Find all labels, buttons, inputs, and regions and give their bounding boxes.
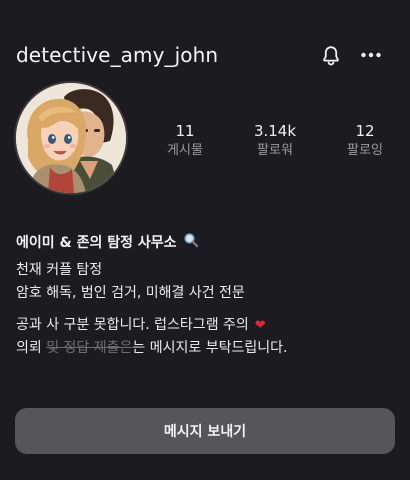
- bio-line-1: 천재 커플 탐정: [16, 262, 103, 278]
- stat-followers[interactable]: 3.14k 팔로워: [240, 121, 310, 161]
- bio-line-3: 공과 사 구분 못합니다. 럽스타그램 주의 ❤: [16, 314, 394, 337]
- bio-line-4-prefix: 의뢰: [16, 340, 47, 356]
- stat-following[interactable]: 12 팔로잉: [330, 121, 400, 161]
- following-label: 팔로잉: [347, 143, 383, 158]
- bio-line-4-struck: 및 정답 제출은: [46, 340, 133, 356]
- heart-icon: ❤: [254, 318, 266, 333]
- posts-count: 11: [175, 122, 195, 140]
- followers-label: 팔로워: [257, 143, 293, 158]
- bell-icon[interactable]: [320, 44, 342, 66]
- profile-bio: 에이미 & 존의 탐정 사무소 천재 커플 탐정 암호 해독, 범인 검거, 미…: [16, 232, 394, 360]
- bio-line-4: 의뢰 및 정답 제출은는 메시지로 부탁드립니다.: [16, 337, 394, 360]
- stat-posts[interactable]: 11 게시물: [150, 121, 220, 161]
- profile-header: detective_amy_john: [16, 40, 394, 70]
- header-actions: [320, 44, 382, 66]
- bio-line-2: 암호 해독, 범인 검거, 미해결 사건 전문: [16, 285, 245, 301]
- profile-summary: 11 게시물 3.14k 팔로워 12 팔로잉: [14, 81, 394, 197]
- posts-label: 게시물: [167, 143, 203, 158]
- magnifier-icon: [183, 232, 199, 252]
- bio-line-4-suffix: 는 메시지로 부탁드립니다.: [132, 340, 288, 356]
- username: detective_amy_john: [16, 43, 219, 67]
- send-message-button[interactable]: 메시지 보내기: [15, 408, 395, 454]
- bio-name-row: 에이미 & 존의 탐정 사무소: [16, 232, 394, 252]
- followers-count: 3.14k: [253, 122, 297, 140]
- profile-stats: 11 게시물 3.14k 팔로워 12 팔로잉: [150, 121, 400, 161]
- following-count: 12: [355, 122, 375, 140]
- avatar[interactable]: [14, 81, 128, 195]
- bio-line-3-text: 공과 사 구분 못합니다. 럽스타그램 주의: [16, 317, 249, 333]
- more-icon[interactable]: [360, 44, 382, 66]
- display-name: 에이미 & 존의 탐정 사무소: [16, 235, 177, 251]
